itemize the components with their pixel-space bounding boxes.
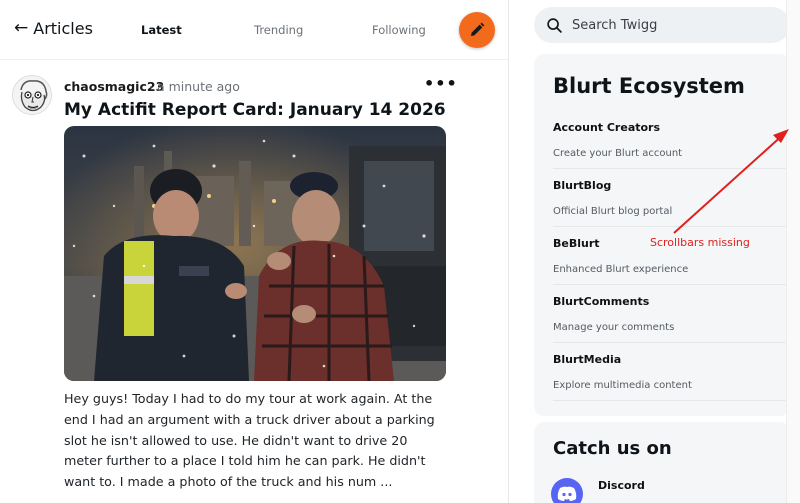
app-root: ← Articles Latest Trending Following cha… — [0, 0, 800, 503]
annotation-label: Scrollbars missing — [650, 236, 750, 249]
annotation-arrow — [673, 129, 789, 234]
